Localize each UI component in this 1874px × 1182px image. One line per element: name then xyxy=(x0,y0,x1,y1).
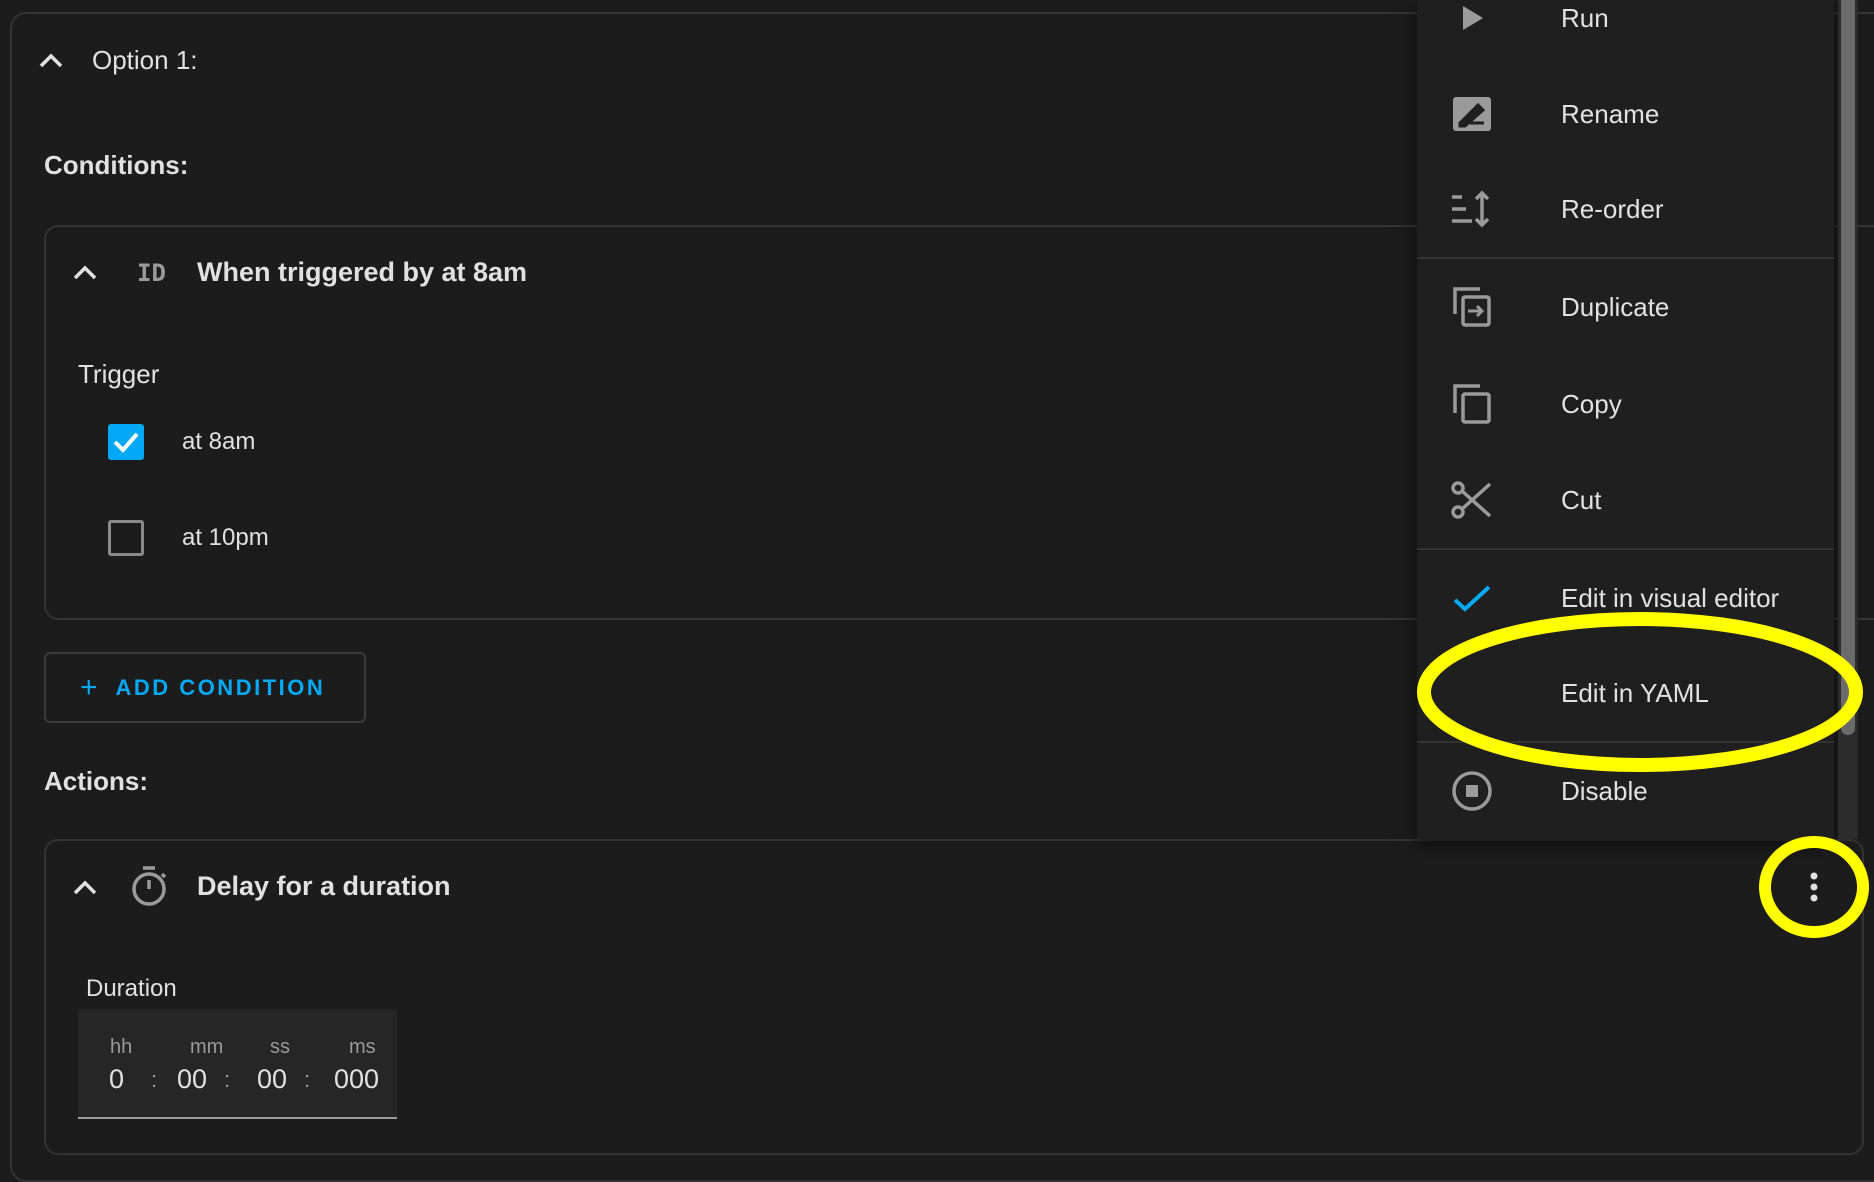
check-icon xyxy=(113,432,139,453)
check-icon xyxy=(1450,576,1494,620)
id-icon: ID xyxy=(137,259,166,287)
overflow-menu: Run Rename Re-order Duplicate Copy Cut E… xyxy=(1417,0,1834,839)
checkbox-at-8am[interactable] xyxy=(108,424,144,460)
ss-label: ss xyxy=(270,1036,290,1058)
timer-icon xyxy=(132,866,167,906)
mm-label: mm xyxy=(190,1036,224,1058)
option-label: at 8am xyxy=(182,428,256,455)
add-condition-button[interactable]: + ADD CONDITION xyxy=(44,652,366,723)
condition-title: When triggered by at 8am xyxy=(197,257,528,287)
menu-item-reorder[interactable]: Re-order xyxy=(1417,161,1834,257)
add-condition-label: ADD CONDITION xyxy=(115,674,326,700)
menu-item-cut[interactable]: Cut xyxy=(1417,452,1834,548)
separator: : xyxy=(304,1067,311,1092)
hours-field[interactable]: 0 xyxy=(109,1066,124,1093)
scissors-icon xyxy=(1450,478,1494,522)
milliseconds-field[interactable]: 000 xyxy=(334,1066,379,1093)
stop-circle-icon xyxy=(1450,769,1494,813)
ms-label: ms xyxy=(349,1036,376,1058)
menu-item-duplicate[interactable]: Duplicate xyxy=(1417,259,1834,355)
copy-icon xyxy=(1450,382,1494,426)
more-vert-icon[interactable] xyxy=(1804,868,1824,908)
duration-input[interactable]: hh mm ss ms 0 : 00 : 00 : 000 xyxy=(78,1009,397,1119)
menu-item-copy[interactable]: Copy xyxy=(1417,356,1834,452)
duration-label: Duration xyxy=(86,975,177,1002)
chevron-up-icon[interactable] xyxy=(72,875,98,899)
menu-item-disable[interactable]: Disable xyxy=(1417,743,1834,839)
conditions-heading: Conditions: xyxy=(44,150,189,180)
separator: : xyxy=(224,1067,231,1092)
menu-item-rename[interactable]: Rename xyxy=(1417,66,1834,162)
play-icon xyxy=(1450,0,1494,40)
checkbox-at-10pm[interactable] xyxy=(108,520,144,556)
option-title: Option 1: xyxy=(92,45,198,75)
scrollbar-thumb[interactable] xyxy=(1841,0,1855,735)
menu-item-edit-yaml[interactable]: Edit in YAML xyxy=(1417,645,1834,741)
hh-label: hh xyxy=(110,1036,133,1058)
trigger-label: Trigger xyxy=(78,359,160,389)
chevron-up-icon[interactable] xyxy=(72,260,98,284)
menu-scrollbar[interactable] xyxy=(1838,0,1858,839)
chevron-up-icon[interactable] xyxy=(38,48,64,72)
duplicate-icon xyxy=(1450,285,1494,329)
menu-item-edit-visual[interactable]: Edit in visual editor xyxy=(1417,550,1834,646)
menu-item-run[interactable]: Run xyxy=(1417,0,1834,66)
actions-heading: Actions: xyxy=(44,766,148,796)
rename-icon xyxy=(1450,92,1494,136)
reorder-icon xyxy=(1450,187,1494,231)
option-label: at 10pm xyxy=(182,524,269,551)
seconds-field[interactable]: 00 xyxy=(257,1066,287,1093)
separator: : xyxy=(151,1067,158,1092)
action-title: Delay for a duration xyxy=(197,871,451,901)
minutes-field[interactable]: 00 xyxy=(177,1066,207,1093)
plus-icon: + xyxy=(80,670,98,704)
